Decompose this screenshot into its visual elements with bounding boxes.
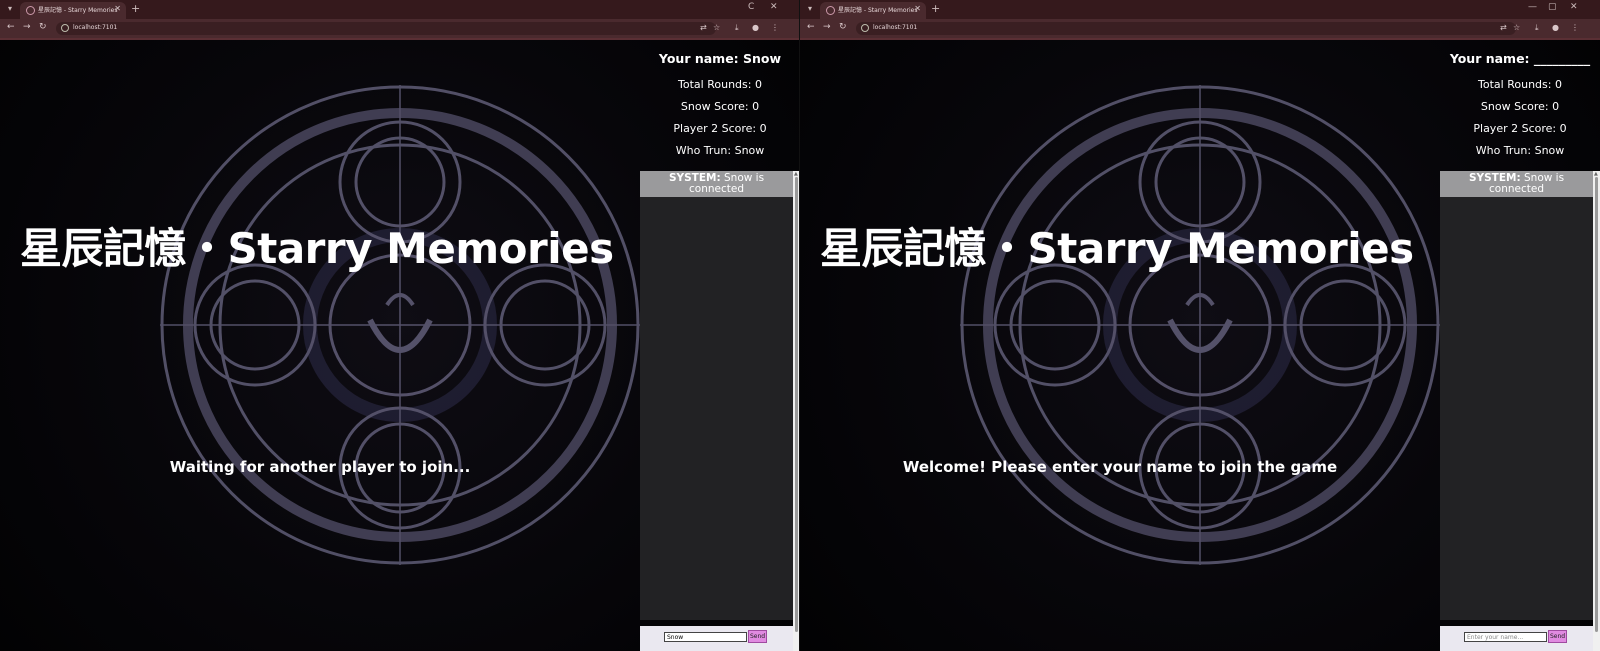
snow-score: Snow Score: 0 bbox=[1480, 100, 1560, 113]
back-icon[interactable]: ← bbox=[807, 22, 815, 32]
magic-circle-background bbox=[960, 85, 1440, 565]
tab-search-icon[interactable]: ▾ bbox=[804, 3, 816, 15]
your-name-label: Your name: Snow bbox=[658, 51, 782, 66]
scrollbar-thumb[interactable] bbox=[795, 177, 798, 632]
chat-scrollbar[interactable]: ▲ bbox=[1593, 171, 1600, 651]
site-info-icon[interactable] bbox=[861, 24, 869, 32]
who-turn: Who Trun: Snow bbox=[675, 144, 765, 157]
new-tab-icon[interactable]: + bbox=[131, 2, 140, 15]
magic-circle-background bbox=[160, 85, 640, 565]
game-title: 星辰記憶・Starry Memories bbox=[820, 224, 1414, 273]
reload-icon[interactable]: ↻ bbox=[839, 22, 847, 32]
tab-bar: ▾ 星辰記憶 - Starry Memories ✕ + C ✕ bbox=[0, 0, 800, 19]
minimize-icon[interactable]: — bbox=[1528, 2, 1537, 12]
close-tab-icon[interactable]: ✕ bbox=[914, 4, 921, 13]
game-page: 星辰記憶・Starry Memories Welcome! Please ent… bbox=[800, 40, 1600, 651]
chat-input-bar: Send bbox=[1440, 626, 1593, 651]
forward-icon[interactable]: → bbox=[823, 22, 831, 32]
address-bar[interactable]: localhost:7101 bbox=[856, 22, 1516, 35]
back-icon[interactable]: ← bbox=[7, 22, 15, 32]
game-title: 星辰記憶・Starry Memories bbox=[20, 224, 614, 273]
minimize-icon[interactable]: C bbox=[748, 2, 754, 12]
status-message: Waiting for another player to join... bbox=[169, 458, 471, 476]
your-name-label: Your name: _________ bbox=[1449, 51, 1591, 66]
close-window-icon[interactable]: ✕ bbox=[770, 2, 778, 12]
browser-tab[interactable]: 星辰記憶 - Starry Memories ✕ bbox=[820, 2, 926, 19]
url-text: localhost:7101 bbox=[873, 24, 918, 31]
browser-window-right: ▾ 星辰記憶 - Starry Memories ✕ + — ▢ ✕ ← → ↻… bbox=[800, 0, 1600, 651]
browser-toolbar: ← → ↻ localhost:7101 ⇄ ☆ ⤓ ● ⋮ bbox=[800, 19, 1600, 38]
send-button[interactable]: Send bbox=[1548, 630, 1567, 643]
forward-icon[interactable]: → bbox=[23, 22, 31, 32]
favicon-icon bbox=[26, 6, 35, 15]
translate-icon[interactable]: ⇄ bbox=[1500, 23, 1507, 32]
name-input[interactable] bbox=[664, 632, 747, 642]
chat-log[interactable]: SYSTEM: Snow is connected bbox=[1440, 171, 1593, 620]
system-message: SYSTEM: Snow is connected bbox=[640, 171, 793, 197]
download-icon[interactable]: ⤓ bbox=[1535, 23, 1539, 33]
close-window-icon[interactable]: ✕ bbox=[1570, 2, 1578, 12]
total-rounds: Total Rounds: 0 bbox=[1478, 78, 1562, 91]
reload-icon[interactable]: ↻ bbox=[39, 22, 47, 32]
bookmark-star-icon[interactable]: ☆ bbox=[1513, 23, 1520, 32]
tab-search-icon[interactable]: ▾ bbox=[4, 3, 16, 15]
player2-score: Player 2 Score: 0 bbox=[1473, 122, 1567, 135]
send-button[interactable]: Send bbox=[748, 630, 767, 643]
who-turn: Who Trun: Snow bbox=[1475, 144, 1565, 157]
sidebar: Your name: Snow Total Rounds: 0 Snow Sco… bbox=[640, 40, 800, 651]
site-info-icon[interactable] bbox=[61, 24, 69, 32]
tab-title: 星辰記憶 - Starry Memories bbox=[838, 7, 918, 14]
new-tab-icon[interactable]: + bbox=[931, 2, 940, 15]
menu-icon[interactable]: ⋮ bbox=[1571, 23, 1579, 32]
status-message: Welcome! Please enter your name to join … bbox=[902, 458, 1338, 476]
tab-title: 星辰記憶 - Starry Memories bbox=[38, 7, 118, 14]
profile-icon[interactable]: ● bbox=[1552, 23, 1559, 32]
snow-score: Snow Score: 0 bbox=[680, 100, 760, 113]
download-icon[interactable]: ⤓ bbox=[735, 23, 739, 33]
url-text: localhost:7101 bbox=[73, 24, 118, 31]
menu-icon[interactable]: ⋮ bbox=[771, 23, 779, 32]
browser-window-left: ▾ 星辰記憶 - Starry Memories ✕ + C ✕ ← → ↻ l… bbox=[0, 0, 800, 651]
player2-score: Player 2 Score: 0 bbox=[673, 122, 767, 135]
favicon-icon bbox=[826, 6, 835, 15]
bookmark-star-icon[interactable]: ☆ bbox=[713, 23, 720, 32]
profile-icon[interactable]: ● bbox=[752, 23, 759, 32]
maximize-icon[interactable]: ▢ bbox=[1548, 2, 1557, 12]
game-page: 星辰記憶・Starry Memories Waiting for another… bbox=[0, 40, 800, 651]
browser-tab[interactable]: 星辰記憶 - Starry Memories ✕ bbox=[20, 2, 126, 19]
sidebar: Your name: _________ Total Rounds: 0 Sno… bbox=[1440, 40, 1600, 651]
scrollbar-thumb[interactable] bbox=[1595, 177, 1598, 632]
tab-bar: ▾ 星辰記憶 - Starry Memories ✕ + — ▢ ✕ bbox=[800, 0, 1600, 19]
chat-input-bar: Send bbox=[640, 626, 793, 651]
chat-log[interactable]: SYSTEM: Snow is connected bbox=[640, 171, 793, 620]
translate-icon[interactable]: ⇄ bbox=[700, 23, 707, 32]
total-rounds: Total Rounds: 0 bbox=[678, 78, 762, 91]
system-message: SYSTEM: Snow is connected bbox=[1440, 171, 1593, 197]
close-tab-icon[interactable]: ✕ bbox=[114, 4, 121, 13]
address-bar[interactable]: localhost:7101 bbox=[56, 22, 716, 35]
name-input[interactable] bbox=[1464, 632, 1547, 642]
browser-toolbar: ← → ↻ localhost:7101 ⇄ ☆ ⤓ ● ⋮ bbox=[0, 19, 800, 38]
